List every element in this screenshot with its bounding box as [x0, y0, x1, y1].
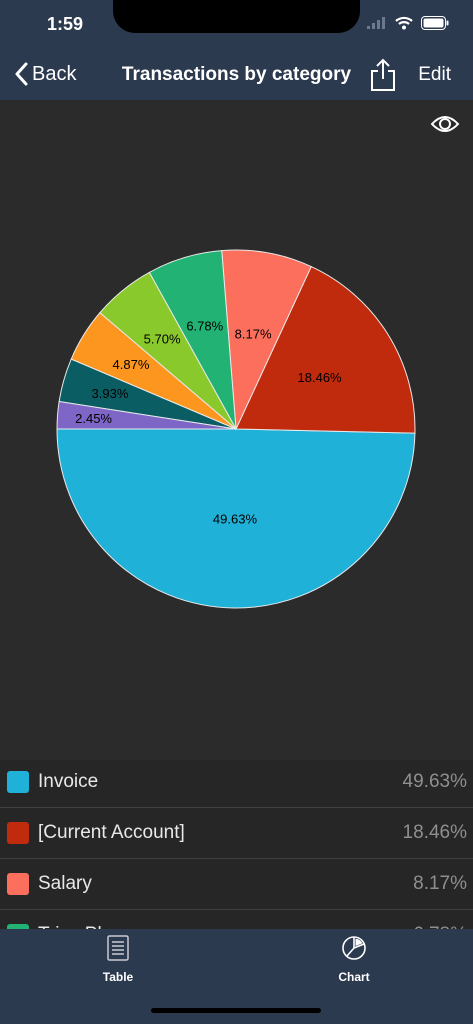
pie-slice-label: 49.63% — [213, 511, 258, 526]
pie-slice-label: 5.70% — [144, 331, 181, 346]
legend-label: Invoice — [38, 771, 99, 792]
legend-swatch — [7, 771, 29, 793]
legend-swatch — [7, 873, 29, 895]
pie-chart-icon — [342, 936, 366, 960]
share-icon — [371, 58, 395, 91]
page-title: Transactions by category — [121, 64, 352, 85]
pie-slice-label: 8.17% — [235, 326, 272, 341]
legend-label: [Current Account] — [38, 822, 185, 843]
legend-swatch — [7, 822, 29, 844]
tab-chart-label: Chart — [338, 970, 370, 984]
signal-icon — [367, 17, 385, 29]
legend-row[interactable]: Salary 8.17% — [0, 859, 473, 910]
pie-chart: 49.63% 18.46% 8.17% 6.78% 5.70% 4.87% 3.93% 2.4… — [56, 249, 416, 609]
legend-value: 18.46% — [402, 822, 467, 843]
tab-table-label: Table — [102, 970, 134, 984]
legend-label: Salary — [38, 873, 92, 894]
edit-button[interactable]: Edit — [418, 64, 451, 86]
pie-slice-label: 18.46% — [298, 370, 343, 385]
legend-row[interactable]: Invoice 49.63% — [0, 757, 473, 808]
legend-value: 8.17% — [413, 873, 467, 894]
battery-icon — [421, 16, 449, 30]
legend-row[interactable]: [Current Account] 18.46% — [0, 808, 473, 859]
tab-table[interactable]: Table — [58, 935, 178, 984]
status-icons — [367, 16, 449, 30]
share-button[interactable] — [370, 58, 396, 97]
pie-slice-label: 3.93% — [92, 386, 129, 401]
pie-slice-label: 6.78% — [186, 318, 223, 333]
pie-slice-label: 4.87% — [113, 357, 150, 372]
home-indicator — [151, 1008, 321, 1013]
status-time: 1:59 — [47, 14, 84, 34]
navigation-header: 1:59 Back Transactions by category Edit — [0, 0, 473, 100]
legend-value: 49.63% — [402, 771, 467, 792]
tab-chart[interactable]: Chart — [294, 935, 414, 984]
device-notch — [113, 0, 360, 33]
pie-slice-label: 2.45% — [75, 411, 112, 426]
table-icon — [107, 935, 129, 961]
wifi-icon — [395, 16, 413, 30]
